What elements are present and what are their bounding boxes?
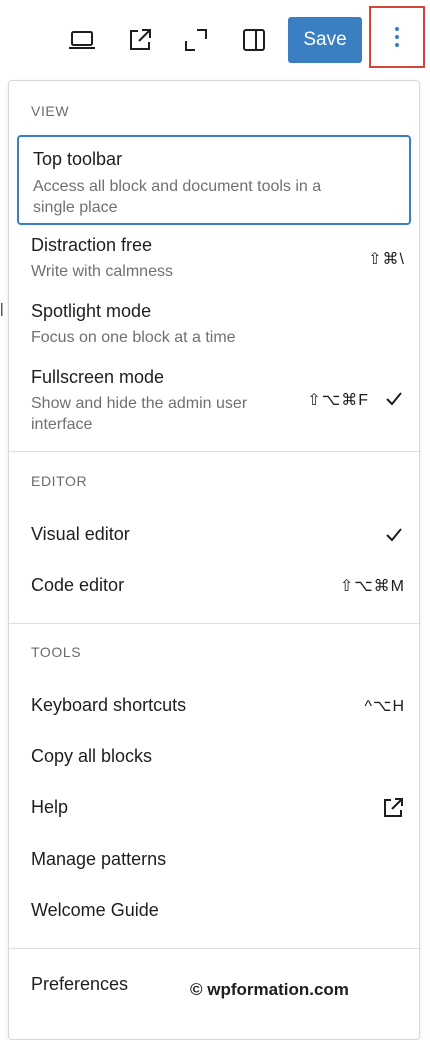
menu-item-welcome-guide[interactable]: Welcome Guide: [17, 889, 411, 933]
vertical-ellipsis-icon: [395, 27, 399, 47]
group-title-editor: EDITOR: [31, 473, 88, 489]
menu-item-description: Access all block and document tools in a…: [33, 178, 322, 216]
menu-item-label: Top toolbar: [33, 149, 123, 169]
fullscreen-icon[interactable]: [176, 20, 216, 60]
editor-header-toolbar: Save: [0, 0, 430, 80]
menu-item-shortcut: ⇧⌥⌘M: [339, 578, 405, 595]
menu-item-help[interactable]: Help: [17, 786, 411, 830]
menu-item-shortcut: ^⌥H: [364, 698, 405, 715]
menu-item-description: Write with calmness: [31, 263, 173, 280]
menu-item-top-toolbar[interactable]: Top toolbar Access all block and documen…: [17, 135, 411, 225]
checkmark-icon: [386, 528, 402, 542]
menu-item-label: Distraction free: [31, 235, 153, 255]
menu-item-label: Help: [31, 797, 69, 817]
save-button[interactable]: Save: [288, 17, 362, 63]
menu-item-fullscreen-mode[interactable]: Fullscreen mode Show and hide the admin …: [17, 359, 411, 439]
menu-item-description: Show and hide the admin user interface: [31, 395, 248, 433]
menu-item-manage-patterns[interactable]: Manage patterns: [17, 838, 411, 882]
menu-item-distraction-free[interactable]: Distraction free Write with calmness ⇧⌘\: [17, 227, 411, 287]
menu-divider: [9, 623, 419, 624]
menu-item-shortcut: ⇧⌥⌘F: [307, 392, 369, 409]
menu-item-code-editor[interactable]: Code editor ⇧⌥⌘M: [17, 564, 411, 608]
menu-divider: [9, 451, 419, 452]
external-link-icon: [384, 798, 403, 817]
menu-item-spotlight-mode[interactable]: Spotlight mode Focus on one block at a t…: [17, 293, 411, 353]
menu-item-keyboard-shortcuts[interactable]: Keyboard shortcuts ^⌥H: [17, 684, 411, 728]
menu-item-description: Focus on one block at a time: [31, 329, 236, 346]
menu-item-label: Manage patterns: [31, 849, 167, 869]
group-title-view: VIEW: [31, 103, 70, 119]
sidebar-toggle-icon[interactable]: [234, 20, 274, 60]
menu-divider: [9, 948, 419, 949]
desktop-preview-icon[interactable]: [62, 20, 102, 60]
menu-item-label: Welcome Guide: [31, 900, 159, 920]
menu-item-shortcut: ⇧⌘\: [368, 251, 405, 268]
menu-item-label: Code editor: [31, 575, 125, 595]
menu-item-label: Preferences: [31, 974, 129, 994]
menu-item-label: Spotlight mode: [31, 301, 152, 321]
menu-item-label: Keyboard shortcuts: [31, 695, 187, 715]
view-external-icon[interactable]: [120, 20, 160, 60]
menu-item-visual-editor[interactable]: Visual editor: [17, 513, 411, 557]
menu-item-label: Visual editor: [31, 524, 130, 544]
options-menu-button[interactable]: [369, 6, 425, 68]
menu-item-copy-all-blocks[interactable]: Copy all blocks: [17, 735, 411, 779]
checkmark-icon: [386, 392, 402, 406]
group-title-tools: TOOLS: [31, 644, 82, 660]
editor-cursor-fragment: |: [0, 300, 4, 316]
options-dropdown-menu: VIEW Top toolbar Access all block and do…: [8, 80, 420, 1040]
menu-item-label: Copy all blocks: [31, 746, 153, 766]
copyright-watermark: © wpformation.com: [190, 980, 349, 999]
menu-item-label: Fullscreen mode: [31, 367, 165, 387]
